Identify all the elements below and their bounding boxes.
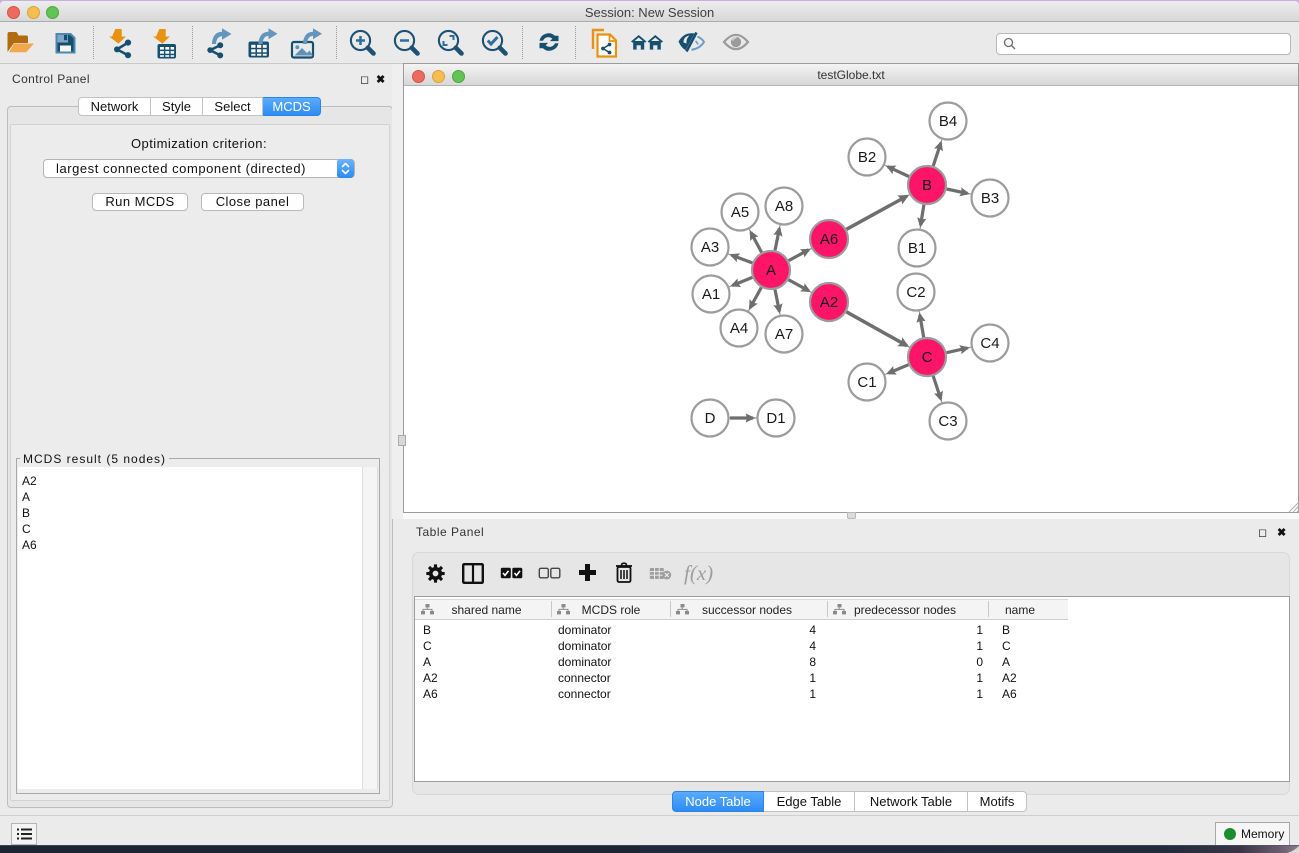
- svg-text:C4: C4: [980, 335, 999, 352]
- svg-text:B3: B3: [981, 190, 999, 207]
- svg-text:B4: B4: [939, 113, 957, 130]
- svg-text:A7: A7: [775, 326, 793, 343]
- svg-text:C2: C2: [906, 284, 925, 301]
- svg-text:A6: A6: [820, 231, 838, 248]
- svg-text:C3: C3: [938, 413, 957, 430]
- svg-text:B2: B2: [858, 149, 876, 166]
- svg-text:D1: D1: [766, 410, 785, 427]
- svg-text:A3: A3: [701, 239, 719, 256]
- svg-text:A2: A2: [820, 294, 838, 311]
- svg-text:B1: B1: [908, 240, 926, 257]
- svg-text:A: A: [766, 262, 776, 279]
- svg-text:C1: C1: [857, 374, 876, 391]
- svg-text:A1: A1: [702, 286, 720, 303]
- svg-text:C: C: [922, 349, 933, 366]
- svg-text:A4: A4: [730, 320, 748, 337]
- svg-text:A8: A8: [775, 198, 793, 215]
- svg-text:D: D: [705, 410, 716, 427]
- svg-text:A5: A5: [731, 204, 749, 221]
- svg-text:B: B: [922, 177, 932, 194]
